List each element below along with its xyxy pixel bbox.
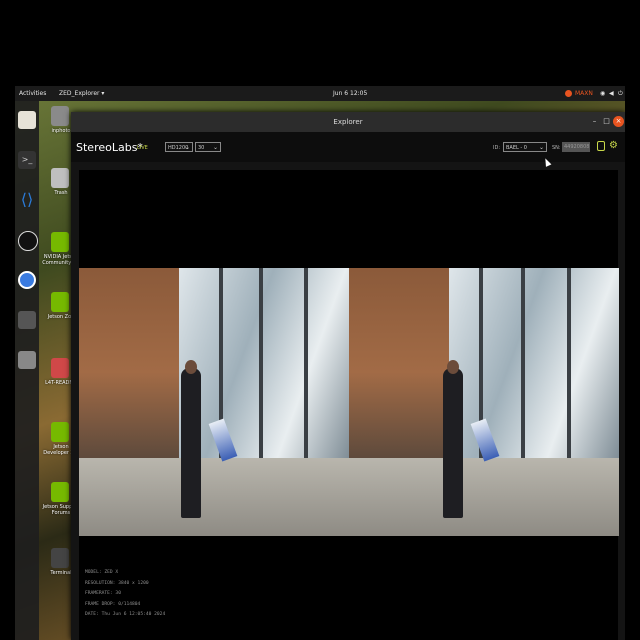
sn-label: SN:: [552, 145, 561, 151]
explorer-toolbar: StereoLabs* LIVE HD1200 ⌄ 30 ⌄ ID: BAEL - …: [71, 132, 625, 162]
live-indicator: LIVE: [137, 145, 148, 151]
network-icon[interactable]: ◉: [600, 90, 605, 97]
drive-icon: [51, 358, 69, 378]
dock: >_ ⟨⟩: [15, 101, 39, 640]
terminal-icon[interactable]: >_: [18, 151, 36, 169]
serial-number-field[interactable]: 44920808: [562, 142, 590, 152]
files-icon[interactable]: [18, 111, 36, 129]
nvidia-icon: [51, 422, 69, 442]
left-image-floor: [79, 458, 349, 536]
trash-icon: [51, 168, 69, 188]
resolution-select[interactable]: HD1200 ⌄: [165, 142, 193, 152]
volume-icon[interactable]: ◀: [609, 90, 614, 97]
info-resolution: RESOLUTION: 3840 x 1200: [85, 580, 149, 586]
camera-id-value: BAEL - 0: [506, 145, 527, 151]
left-camera-image: [79, 268, 349, 536]
left-image-glass: [179, 268, 349, 458]
right-image-head: [447, 360, 459, 374]
right-image-mullion: [567, 268, 571, 458]
right-image-person: [443, 368, 463, 518]
close-button[interactable]: ×: [613, 116, 624, 127]
obs-icon[interactable]: [18, 231, 38, 251]
window-title: Explorer: [333, 118, 363, 126]
nvidia-icon: [51, 292, 69, 312]
left-image-head: [185, 360, 197, 374]
brand-logo: StereoLabs*: [76, 141, 143, 154]
power-icon[interactable]: ⏻: [618, 90, 623, 98]
right-camera-image: [349, 268, 619, 536]
right-image-floor: [349, 458, 619, 536]
info-frame-drop: FRAME DROP: 0/114804: [85, 601, 141, 607]
camera-id-select[interactable]: BAEL - 0 ⌄: [503, 142, 547, 152]
folder-icon: [51, 106, 69, 126]
info-model: MODEL: ZED X: [85, 570, 119, 575]
info-framerate: FRAMERATE: 30: [85, 591, 121, 596]
chromium-icon[interactable]: [18, 271, 36, 289]
camera-info-panel: MODEL: ZED X RESOLUTION: 3840 x 1200 FRA…: [85, 568, 165, 621]
minimize-button[interactable]: –: [589, 116, 600, 127]
left-image-mullion: [304, 268, 308, 458]
record-icon[interactable]: [597, 141, 605, 151]
left-image-mullion: [259, 268, 263, 458]
explorer-window: Explorer – □ × StereoLabs* LIVE HD1200 ⌄ …: [71, 112, 625, 640]
left-image-person: [181, 368, 201, 518]
terminal-icon: [51, 548, 69, 568]
power-mode[interactable]: MAXN: [575, 90, 593, 97]
app-menu[interactable]: ZED_Explorer ▾: [59, 90, 104, 97]
activities-button[interactable]: Activities: [19, 90, 46, 97]
right-image-mullion: [521, 268, 525, 458]
nvidia-icon: [51, 232, 69, 252]
info-date: DATE: Thu Jun 6 12:05:40 2024: [85, 612, 166, 617]
chevron-down-icon: ⌄: [184, 144, 190, 151]
right-image-building: [349, 268, 449, 458]
vscode-icon[interactable]: ⟨⟩: [18, 191, 36, 209]
window-titlebar[interactable]: Explorer – □ ×: [71, 112, 625, 132]
desktop-screen: Activities ZED_Explorer ▾ Jun 6 12:05 MA…: [15, 86, 625, 640]
maximize-button[interactable]: □: [601, 116, 612, 127]
drive-icon[interactable]: [18, 351, 36, 369]
nvidia-icon: [51, 482, 69, 502]
fps-value: 30: [198, 145, 205, 151]
settings-gear-icon[interactable]: ⚙: [609, 140, 618, 152]
chevron-down-icon: ⌄: [212, 144, 218, 151]
top-bar: Activities ZED_Explorer ▾ Jun 6 12:05 MA…: [15, 86, 625, 101]
id-label: ID:: [493, 145, 501, 151]
nvidia-status-icon[interactable]: [565, 90, 572, 97]
fps-select[interactable]: 30 ⌄: [195, 142, 221, 152]
left-image-building: [79, 268, 179, 458]
chevron-down-icon: ⌄: [538, 144, 544, 151]
app-icon[interactable]: [18, 311, 36, 329]
camera-viewer: MODEL: ZED X RESOLUTION: 3840 x 1200 FRA…: [79, 170, 619, 640]
clock[interactable]: Jun 6 12:05: [333, 90, 367, 97]
